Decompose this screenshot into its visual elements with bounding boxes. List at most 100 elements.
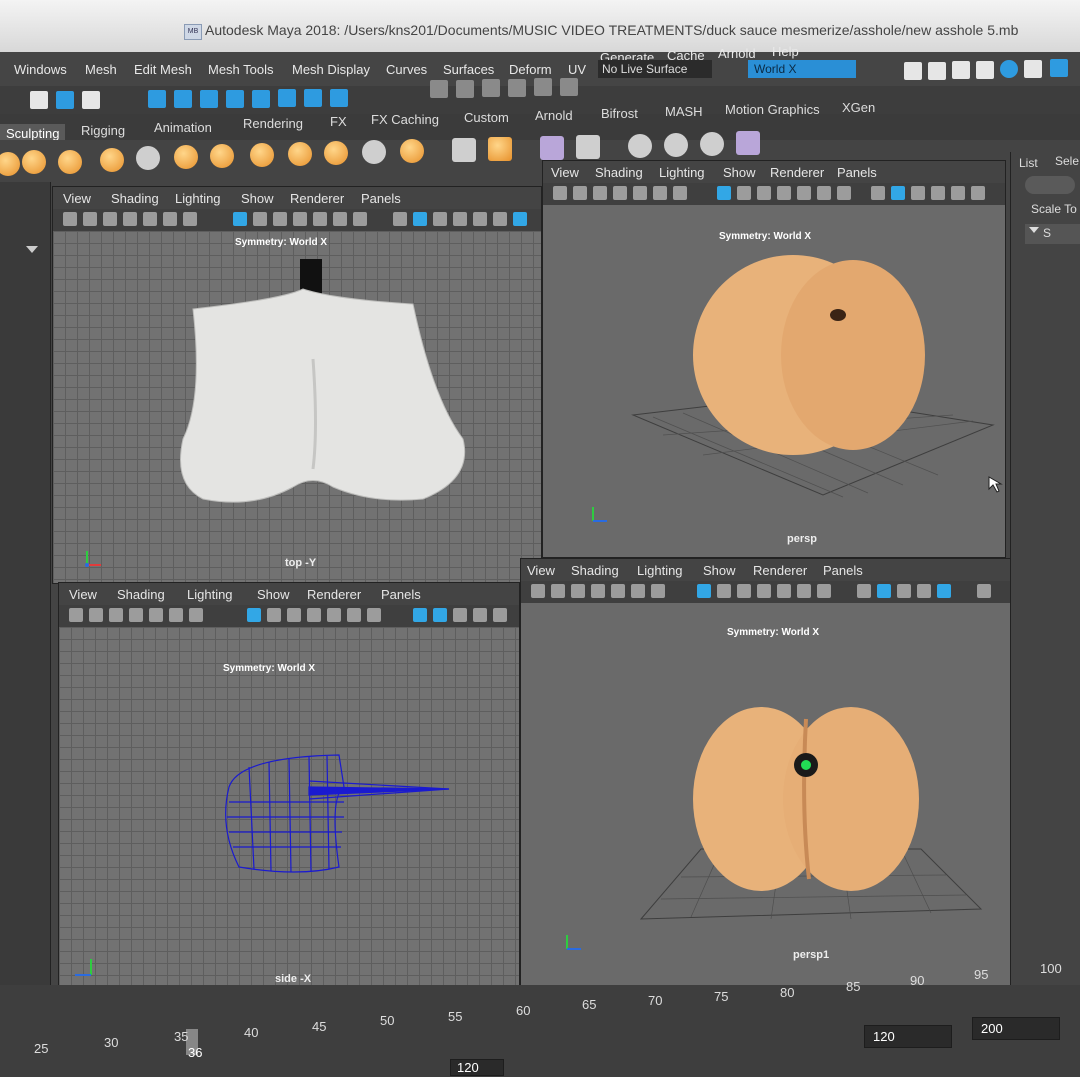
smooth-shade-icon[interactable] bbox=[413, 212, 427, 226]
safe-action-icon[interactable] bbox=[817, 186, 831, 200]
freeze-brush-icon[interactable] bbox=[452, 138, 476, 162]
tab-fx-caching[interactable]: FX Caching bbox=[371, 112, 439, 127]
wax-brush-icon[interactable] bbox=[362, 140, 386, 164]
scrape-brush-icon[interactable] bbox=[400, 139, 424, 163]
uv-sculpt-icon[interactable] bbox=[700, 132, 724, 156]
snap-edge-icon[interactable] bbox=[482, 79, 500, 97]
menu-windows[interactable]: Windows bbox=[14, 62, 67, 77]
wireframe-icon[interactable] bbox=[871, 186, 885, 200]
viewport-persp1-canvas[interactable]: Symmetry: World X persp1 bbox=[521, 603, 1011, 993]
time-slider[interactable]: 25 30 35 40 45 50 55 60 65 70 75 80 85 9… bbox=[0, 961, 1080, 1077]
panel-menu-view[interactable]: View bbox=[63, 191, 91, 206]
default-material-icon[interactable] bbox=[897, 584, 911, 598]
resolution-gate-icon[interactable] bbox=[273, 212, 287, 226]
eraser-brush-icon[interactable] bbox=[736, 131, 760, 155]
grease-pencil-icon[interactable] bbox=[143, 212, 157, 226]
grid-icon[interactable] bbox=[651, 584, 665, 598]
tab-motion-graphics[interactable]: Motion Graphics bbox=[725, 102, 820, 117]
arnold-render-icon[interactable] bbox=[1024, 60, 1042, 78]
bookmark-icon[interactable] bbox=[593, 186, 607, 200]
grid-icon[interactable] bbox=[189, 608, 203, 622]
panel-menu-lighting[interactable]: Lighting bbox=[637, 563, 683, 578]
film-gate-icon[interactable] bbox=[717, 584, 731, 598]
stamp-icon[interactable] bbox=[628, 134, 652, 158]
menu-edit-mesh[interactable]: Edit Mesh bbox=[134, 62, 192, 77]
modeling-toolkit-icon[interactable] bbox=[1050, 59, 1068, 77]
camera-select-icon[interactable] bbox=[553, 186, 567, 200]
camera-select-icon[interactable] bbox=[69, 608, 83, 622]
shadows-icon[interactable] bbox=[513, 212, 527, 226]
panel-menu-renderer[interactable]: Renderer bbox=[770, 165, 824, 180]
snap-live-icon[interactable] bbox=[560, 78, 578, 96]
textured-icon[interactable] bbox=[453, 212, 467, 226]
panel-menu-lighting[interactable]: Lighting bbox=[175, 191, 221, 206]
anim-end-field[interactable]: 200 bbox=[972, 1017, 1060, 1040]
camera-select-icon[interactable] bbox=[531, 584, 545, 598]
checker-icon[interactable] bbox=[937, 584, 951, 598]
tab-xgen[interactable]: XGen bbox=[842, 100, 875, 115]
select-by-component-icon[interactable] bbox=[82, 91, 100, 109]
menu-help[interactable]: Help bbox=[772, 44, 799, 59]
safe-title-icon[interactable] bbox=[353, 212, 367, 226]
wireframe-icon[interactable] bbox=[413, 608, 427, 622]
camera-attributes-icon[interactable] bbox=[89, 608, 103, 622]
menu-deform[interactable]: Deform bbox=[509, 62, 552, 77]
checker-icon[interactable] bbox=[493, 608, 507, 622]
film-gate-icon[interactable] bbox=[267, 608, 281, 622]
grid-toggle-icon[interactable] bbox=[717, 186, 731, 200]
move-tool-icon[interactable] bbox=[148, 90, 166, 108]
tab-bifrost[interactable]: Bifrost bbox=[601, 106, 638, 121]
safe-title-icon[interactable] bbox=[817, 584, 831, 598]
snap-view-icon[interactable] bbox=[304, 89, 322, 107]
panel-menu-panels[interactable]: Panels bbox=[837, 165, 877, 180]
tab-mash[interactable]: MASH bbox=[665, 104, 703, 119]
grease-pencil-icon[interactable] bbox=[611, 584, 625, 598]
top-mesh[interactable] bbox=[173, 259, 473, 519]
lights-icon[interactable] bbox=[977, 584, 991, 598]
viewport-persp1[interactable]: View Shading Lighting Show Renderer Pane… bbox=[520, 558, 1012, 994]
panel-menu-shading[interactable]: Shading bbox=[571, 563, 619, 578]
menu-mesh-tools[interactable]: Mesh Tools bbox=[208, 62, 274, 77]
menu-surfaces[interactable]: Surfaces bbox=[443, 62, 494, 77]
panel-menu-show[interactable]: Show bbox=[241, 191, 274, 206]
panel-menu-shading[interactable]: Shading bbox=[595, 165, 643, 180]
panel-menu-view[interactable]: View bbox=[527, 563, 555, 578]
grease-pencil-icon[interactable] bbox=[633, 186, 647, 200]
wireframe-icon[interactable] bbox=[857, 584, 871, 598]
grease-pencil-icon[interactable] bbox=[149, 608, 163, 622]
viewport-top[interactable]: View Shading Lighting Show Renderer Pane… bbox=[52, 186, 542, 584]
viewport-side-canvas[interactable]: Symmetry: World X side -X bbox=[59, 627, 519, 993]
menu-arnold[interactable]: Arnold bbox=[718, 46, 756, 61]
textured-icon[interactable] bbox=[931, 186, 945, 200]
tab-custom[interactable]: Custom bbox=[464, 110, 509, 125]
checker-icon[interactable] bbox=[473, 212, 487, 226]
panel-list-menu[interactable]: List bbox=[1019, 156, 1038, 170]
panel-menu-show[interactable]: Show bbox=[723, 165, 756, 180]
bookmark-icon[interactable] bbox=[109, 608, 123, 622]
panel-menu-view[interactable]: View bbox=[69, 587, 97, 602]
viewport-persp[interactable]: View Shading Lighting Show Renderer Pane… bbox=[542, 160, 1006, 558]
camera-attributes-icon[interactable] bbox=[551, 584, 565, 598]
sculpt-target-icon[interactable] bbox=[576, 135, 600, 159]
flatten-brush-icon[interactable] bbox=[174, 145, 198, 169]
wireframe-icon[interactable] bbox=[393, 212, 407, 226]
persp1-mesh[interactable] bbox=[631, 699, 991, 939]
bookmark-icon[interactable] bbox=[103, 212, 117, 226]
checker-icon[interactable] bbox=[951, 186, 965, 200]
live-surface-dropdown[interactable]: No Live Surface bbox=[598, 60, 712, 78]
resolution-gate-icon[interactable] bbox=[737, 584, 751, 598]
snap-grid-icon[interactable] bbox=[226, 90, 244, 108]
tab-fx[interactable]: FX bbox=[330, 114, 347, 129]
panel-menu-show[interactable]: Show bbox=[703, 563, 736, 578]
convert-freeze-icon[interactable] bbox=[488, 137, 512, 161]
range-end-field[interactable]: 120 bbox=[864, 1025, 952, 1048]
grid-toggle-icon[interactable] bbox=[697, 584, 711, 598]
viewport-top-canvas[interactable]: Symmetry: World X top -Y bbox=[53, 231, 541, 583]
snap-pivot-icon[interactable] bbox=[534, 78, 552, 96]
scale-tool-icon[interactable] bbox=[200, 90, 218, 108]
stencil-icon[interactable] bbox=[664, 133, 688, 157]
tab-arnold[interactable]: Arnold bbox=[535, 108, 573, 123]
panel-select-menu[interactable]: Sele bbox=[1055, 154, 1079, 168]
menu-curves[interactable]: Curves bbox=[386, 62, 427, 77]
tab-rigging[interactable]: Rigging bbox=[81, 123, 125, 138]
